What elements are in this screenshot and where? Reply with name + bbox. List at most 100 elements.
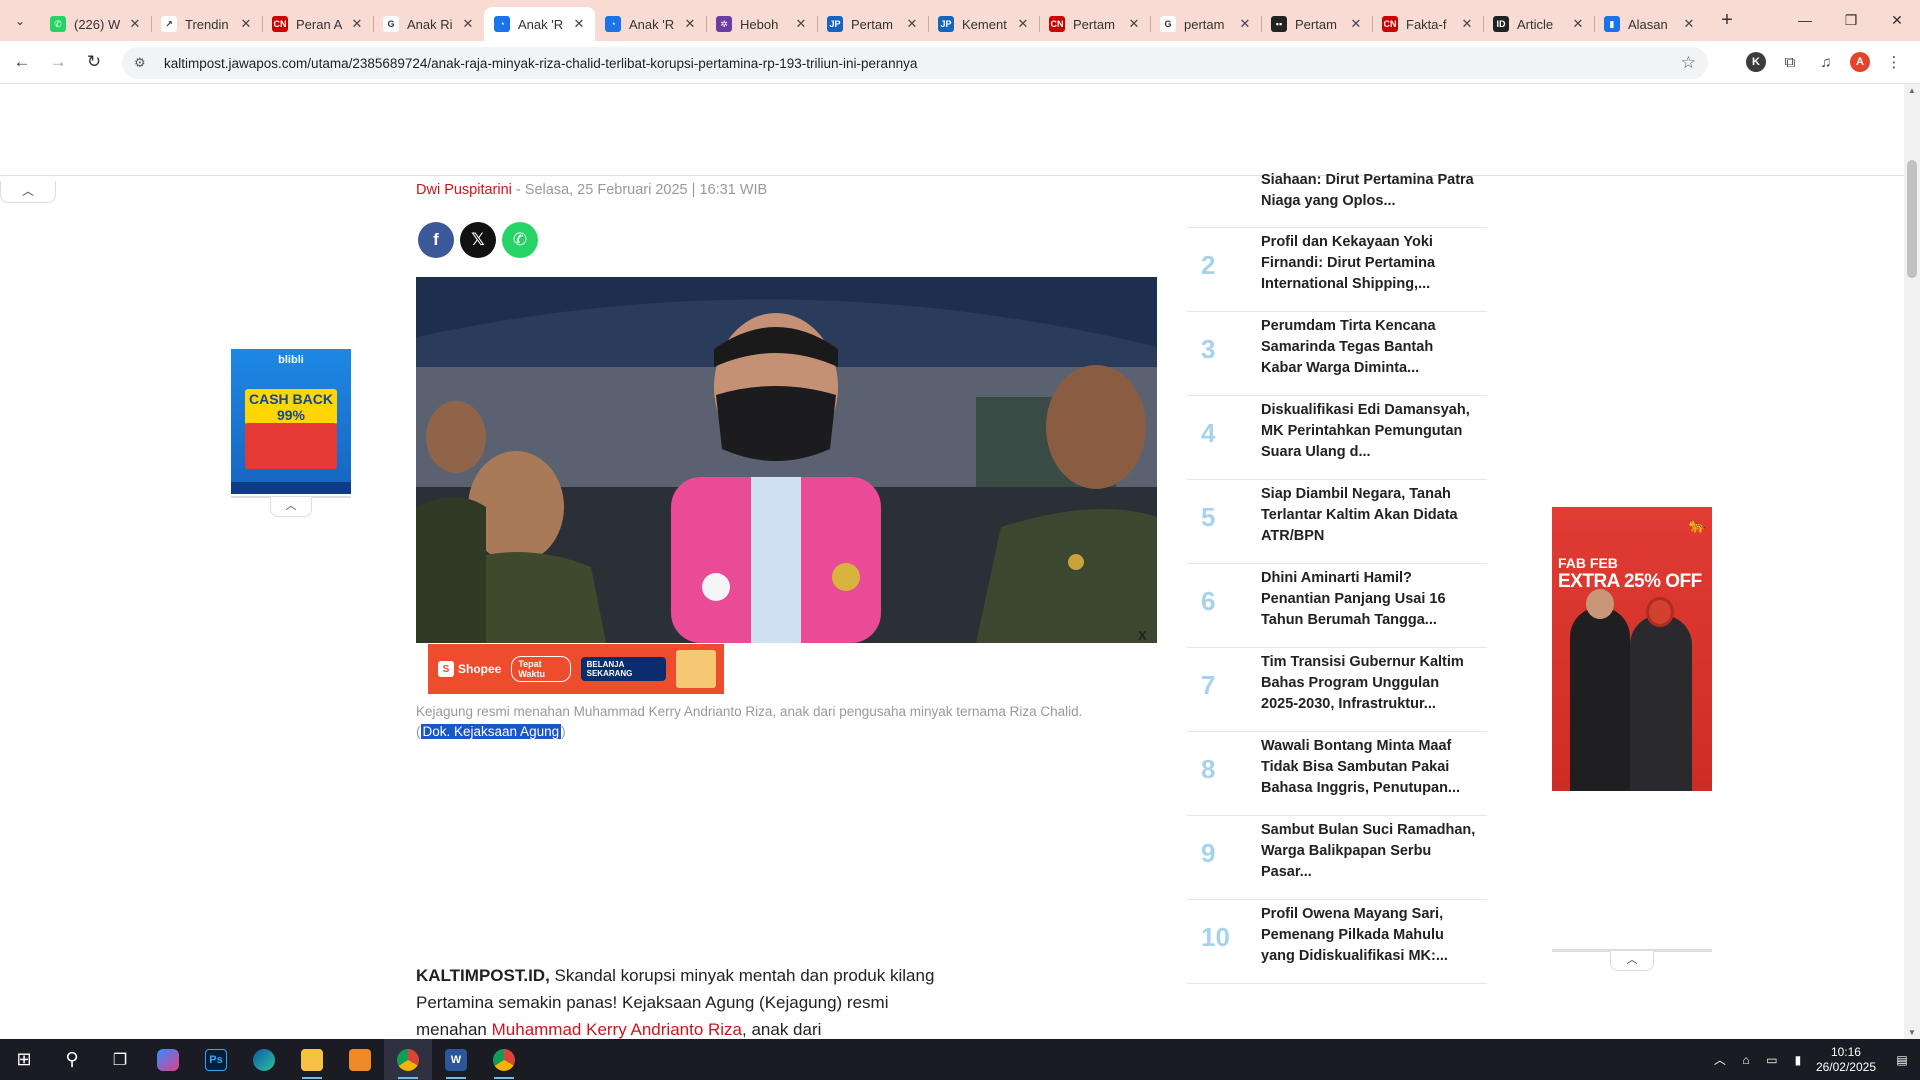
forward-button[interactable]: → [40,52,76,72]
popular-title[interactable]: Siahaan: Dirut Pertamina Patra Niaga yan… [1261,170,1477,212]
back-button[interactable]: ← [4,52,40,72]
notification-icon[interactable]: ▤ [1894,1053,1910,1067]
tab-close-icon[interactable]: ✕ [1015,16,1031,32]
tab-search-button[interactable]: ⌄ [0,0,40,41]
menu-kebab-icon[interactable]: ⋮ [1882,50,1906,74]
article-person-link[interactable]: Muhammad Kerry Andrianto Riza [492,1020,742,1039]
close-window-icon[interactable]: ✕ [1874,12,1920,29]
start-button[interactable]: ⊞ [0,1039,48,1080]
media-control-icon[interactable]: ♫ [1814,50,1838,74]
browser-tab[interactable]: JP Pertam ✕ [817,7,928,41]
browser-tab[interactable]: CN Fakta-f ✕ [1372,7,1483,41]
taskbar-app-orange[interactable] [336,1039,384,1080]
profile-avatar[interactable]: A [1850,52,1870,72]
popular-item[interactable]: 3 Perumdam Tirta Kencana Samarinda Tegas … [1187,312,1487,396]
tab-close-icon[interactable]: ✕ [1126,16,1142,32]
popular-title[interactable]: Perumdam Tirta Kencana Samarinda Tegas B… [1261,316,1477,379]
puma-ad[interactable]: 🐆 FAB FEB EXTRA 25% OFF [1552,507,1712,791]
popular-title[interactable]: Sambut Bulan Suci Ramadhan, Warga Balikp… [1261,820,1477,883]
task-view-button[interactable]: ❐ [96,1039,144,1080]
taskbar-clock[interactable]: 10:16 26/02/2025 [1816,1045,1876,1075]
browser-tab[interactable]: ✲ Heboh ✕ [706,7,817,41]
taskbar-file-explorer[interactable] [288,1039,336,1080]
browser-tab[interactable]: G Anak Ri ✕ [373,7,484,41]
popular-item[interactable]: 7 Tim Transisi Gubernur Kaltim Bahas Prog… [1187,648,1487,732]
tab-close-icon[interactable]: ✕ [793,16,809,32]
scroll-down-arrow-icon[interactable]: ▼ [1904,1028,1920,1037]
tab-close-icon[interactable]: ✕ [1570,16,1586,32]
search-button[interactable]: ⚲ [48,1039,96,1080]
share-facebook-button[interactable]: f [418,222,454,258]
popular-item[interactable]: 5 Siap Diambil Negara, Tanah Terlantar Ka… [1187,480,1487,564]
taskbar-chrome[interactable] [384,1039,432,1080]
browser-tab[interactable]: ◔ Anak 'R ✕ [595,7,706,41]
address-bar[interactable]: ⚙ kaltimpost.jawapos.com/utama/238568972… [122,47,1708,79]
popular-title[interactable]: Diskualifikasi Edi Damansyah, MK Perinta… [1261,400,1477,463]
taskbar-word[interactable]: W [432,1039,480,1080]
restore-icon[interactable]: ❐ [1828,12,1874,29]
tab-close-icon[interactable]: ✕ [1237,16,1253,32]
blibli-ad[interactable]: blibli CASH BACK 99% [231,349,351,494]
browser-tab[interactable]: CN Pertam ✕ [1039,7,1150,41]
browser-tab[interactable]: ✆ (226) W ✕ [40,7,151,41]
tab-close-icon[interactable]: ✕ [238,16,254,32]
tab-close-icon[interactable]: ✕ [571,16,587,32]
taskbar-edge[interactable] [240,1039,288,1080]
site-info-icon[interactable]: ⚙ [134,55,154,71]
author-link[interactable]: Dwi Puspitarini [416,182,512,198]
tab-close-icon[interactable]: ✕ [1459,16,1475,32]
popular-item[interactable]: Siahaan: Dirut Pertamina Patra Niaga yan… [1187,144,1487,228]
tab-close-icon[interactable]: ✕ [349,16,365,32]
collapse-left-ad-button[interactable]: ︿ [270,497,312,517]
tab-close-icon[interactable]: ✕ [1348,16,1364,32]
browser-tab[interactable]: Gpertam ✕ [1150,7,1261,41]
display-icon[interactable]: ▭ [1764,1053,1780,1067]
battery-icon[interactable]: ▮ [1790,1053,1806,1067]
url-text[interactable]: kaltimpost.jawapos.com/utama/2385689724/… [164,56,1681,71]
popular-title[interactable]: Wawali Bontang Minta Maaf Tidak Bisa Sam… [1261,736,1477,799]
collapse-right-ad-button[interactable]: ︿ [1610,951,1654,971]
browser-tab[interactable]: ◔ Anak 'R ✕ [484,7,595,41]
page-scrollbar[interactable]: ▲ ▼ [1904,84,1920,1039]
scrollbar-thumb[interactable] [1907,160,1917,278]
popular-title[interactable]: Dhini Aminarti Hamil? Penantian Panjang … [1261,568,1477,631]
browser-tab[interactable]: ↗ Trendin ✕ [151,7,262,41]
popular-item[interactable]: 9 Sambut Bulan Suci Ramadhan, Warga Balik… [1187,816,1487,900]
popular-title[interactable]: Profil Owena Mayang Sari, Pemenang Pilka… [1261,904,1477,967]
share-whatsapp-button[interactable]: ✆ [502,222,538,258]
popular-title[interactable]: Profil dan Kekayaan Yoki Firnandi: Dirut… [1261,232,1477,295]
popular-item[interactable]: 4 Diskualifikasi Edi Damansyah, MK Perint… [1187,396,1487,480]
tab-close-icon[interactable]: ✕ [682,16,698,32]
popular-item[interactable]: 6 Dhini Aminarti Hamil? Penantian Panjang… [1187,564,1487,648]
scroll-up-arrow-icon[interactable]: ▲ [1904,86,1920,95]
popular-title[interactable]: Tim Transisi Gubernur Kaltim Bahas Progr… [1261,652,1477,715]
bookmark-star-icon[interactable]: ☆ [1681,53,1696,73]
network-icon[interactable]: ⌂ [1738,1053,1754,1067]
tab-close-icon[interactable]: ✕ [1681,16,1697,32]
browser-tab[interactable]: ▪▪ Pertam ✕ [1261,7,1372,41]
taskbar-copilot[interactable] [144,1039,192,1080]
popular-title[interactable]: Siap Diambil Negara, Tanah Terlantar Kal… [1261,484,1477,547]
minimize-icon[interactable]: — [1782,12,1828,29]
tab-close-icon[interactable]: ✕ [904,16,920,32]
tab-close-icon[interactable]: ✕ [127,16,143,32]
taskbar-photoshop[interactable]: Ps [192,1039,240,1080]
browser-tab[interactable]: ID Article ✕ [1483,7,1594,41]
taskbar-chrome-2[interactable] [480,1039,528,1080]
popular-item[interactable]: 10 Profil Owena Mayang Sari, Pemenang Pil… [1187,900,1487,984]
tab-close-icon[interactable]: ✕ [460,16,476,32]
popular-item[interactable]: 8 Wawali Bontang Minta Maaf Tidak Bisa Sa… [1187,732,1487,816]
browser-tab[interactable]: CN Peran A ✕ [262,7,373,41]
browser-tab[interactable]: ▮ Alasan ✕ [1594,7,1705,41]
collapse-header-button[interactable]: ︿ [0,181,56,203]
share-x-button[interactable]: 𝕏 [460,222,496,258]
extensions-puzzle-icon[interactable]: ⧉ [1778,50,1802,74]
tray-chevron-up-icon[interactable]: ︿ [1712,1051,1728,1068]
ad-close-button[interactable]: X [1138,628,1147,643]
new-tab-button[interactable]: + [1709,9,1745,32]
shopee-ad-banner[interactable]: S Shopee Tepat Waktu BELANJA SEKARANG [428,644,724,694]
popular-item[interactable]: 2 Profil dan Kekayaan Yoki Firnandi: Diru… [1187,228,1487,312]
reload-button[interactable]: ↻ [76,52,112,72]
browser-tab[interactable]: JP Kement ✕ [928,7,1039,41]
extension-k-icon[interactable]: K [1746,52,1766,72]
